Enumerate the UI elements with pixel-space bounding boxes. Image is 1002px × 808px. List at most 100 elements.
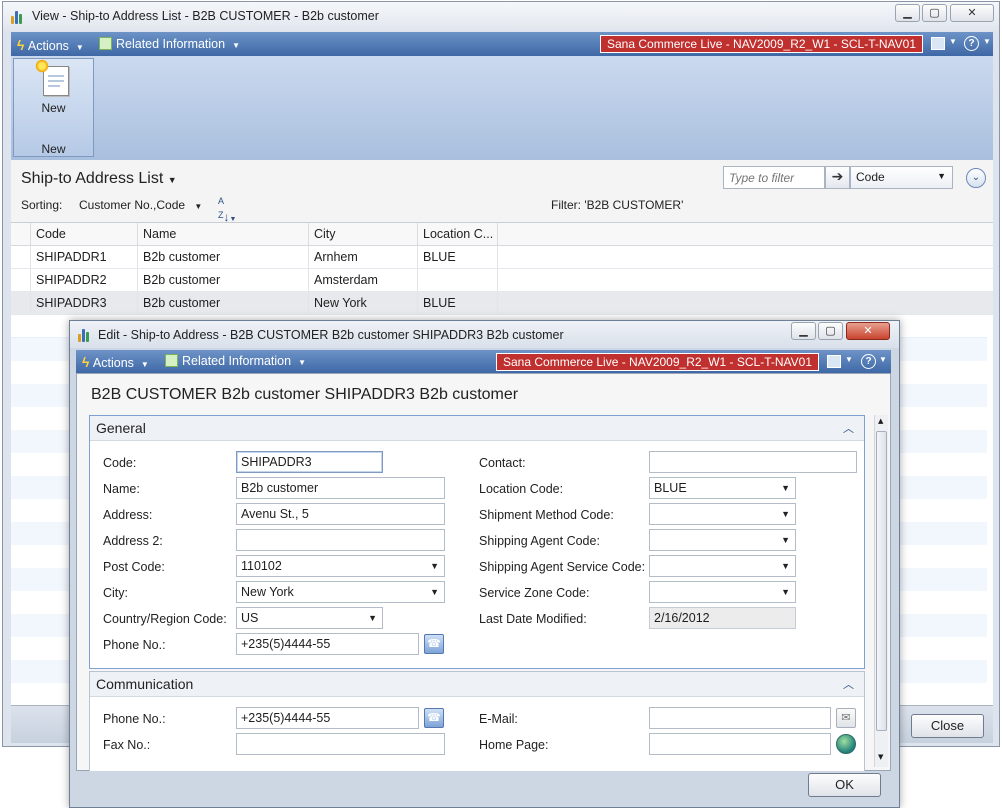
help-icon[interactable]: ?	[964, 36, 979, 51]
app-logo-icon	[10, 9, 26, 25]
cell-location	[418, 269, 498, 291]
cell-location: BLUE	[418, 292, 498, 314]
email-label: E-Mail:	[479, 712, 518, 726]
row-selector[interactable]	[11, 246, 31, 268]
view-icon[interactable]	[827, 355, 841, 368]
list-title[interactable]: Ship-to Address List ▼	[21, 170, 177, 188]
phone-label: Phone No.:	[103, 638, 166, 652]
close-window-button[interactable]: ✕	[950, 4, 994, 22]
location-label: Location Code:	[479, 482, 564, 496]
communication-fasttab: Communication ︿ Phone No.: Fax No.: +235…	[89, 671, 865, 771]
shipment-method-field[interactable]: ▼	[649, 503, 796, 525]
dialog-related-information-menu[interactable]: Related Information ▼	[165, 354, 306, 368]
sort-order-icon[interactable]: A Z↓▼	[218, 196, 236, 224]
filter-field-select[interactable]: Code ▼	[850, 166, 953, 189]
new-button-label: New	[41, 101, 66, 115]
send-email-icon[interactable]: ✉	[836, 708, 856, 728]
maximize-button[interactable]: ▢	[922, 4, 947, 22]
phone-field[interactable]: +235(5)4444-55	[236, 633, 419, 655]
call-phone-button[interactable]: ☎	[424, 708, 444, 728]
name-label: Name:	[103, 482, 140, 496]
cell-location: BLUE	[418, 246, 498, 268]
general-fasttab-header[interactable]: General ︿	[90, 416, 864, 441]
card-scrollbar[interactable]: ▲ ▼	[874, 415, 888, 767]
globe-icon[interactable]	[836, 734, 856, 754]
help-menu-caret[interactable]: ▼	[983, 37, 991, 46]
homepage-field[interactable]	[649, 733, 831, 755]
service-zone-field[interactable]: ▼	[649, 581, 796, 603]
column-header-location[interactable]: Location C...	[418, 223, 498, 246]
view-menu-caret[interactable]: ▼	[845, 355, 853, 364]
row-selector[interactable]	[11, 292, 31, 314]
column-header-name[interactable]: Name	[138, 223, 309, 246]
country-label: Country/Region Code:	[103, 612, 227, 626]
ribbon-group-new: New New	[13, 58, 94, 157]
view-menu-caret[interactable]: ▼	[949, 37, 957, 46]
communication-title: Communication	[96, 676, 194, 692]
cell-city: Arnhem	[309, 246, 418, 268]
cell-city: Amsterdam	[309, 269, 418, 291]
code-field[interactable]: SHIPADDR3	[236, 451, 383, 473]
ribbon: New New	[11, 56, 993, 160]
call-phone-button[interactable]: ☎	[424, 634, 444, 654]
sorting-select[interactable]: Customer No.,Code ▼	[79, 198, 202, 212]
contact-field[interactable]	[649, 451, 857, 473]
expand-filter-pane-button[interactable]: ⌄	[966, 168, 986, 188]
last-modified-label: Last Date Modified:	[479, 612, 587, 626]
communication-fasttab-header[interactable]: Communication ︿	[90, 672, 864, 697]
city-field[interactable]: New York ▼	[236, 581, 445, 603]
help-icon[interactable]: ?	[861, 354, 876, 369]
shipping-agent-label: Shipping Agent Code:	[479, 534, 600, 548]
row-selector[interactable]	[11, 269, 31, 291]
address-label: Address:	[103, 508, 153, 522]
collapse-icon[interactable]: ︿	[843, 676, 854, 692]
list-command-bar: ϟ Actions ▼ Related Information ▼ Sana Com…	[11, 32, 993, 56]
dialog-actions-menu[interactable]: ϟ Actions ▼	[82, 354, 149, 370]
dialog-minimize-button[interactable]: ▁	[791, 322, 816, 340]
shipping-agent-service-field[interactable]: ▼	[649, 555, 796, 577]
lightning-icon: ϟ	[82, 354, 90, 370]
help-menu-caret[interactable]: ▼	[879, 355, 887, 364]
comm-phone-label: Phone No.:	[103, 712, 166, 726]
cell-name: B2b customer	[138, 292, 309, 314]
column-header-code[interactable]: Code	[31, 223, 138, 246]
actions-menu[interactable]: ϟ Actions ▼	[17, 37, 84, 53]
fax-label: Fax No.:	[103, 738, 151, 752]
dialog-close-button[interactable]: ✕	[846, 322, 890, 340]
city-label: City:	[103, 586, 128, 600]
grid-header-selector	[11, 223, 31, 246]
fax-field[interactable]	[236, 733, 445, 755]
email-field[interactable]	[649, 707, 831, 729]
column-header-city[interactable]: City	[309, 223, 418, 246]
grid-header: Code Name City Location C...	[11, 223, 993, 246]
list-window-title: View - Ship-to Address List - B2B CUSTOM…	[32, 9, 379, 23]
code-label: Code:	[103, 456, 137, 470]
address-field[interactable]: Avenu St., 5	[236, 503, 445, 525]
comm-phone-field[interactable]: +235(5)4444-55	[236, 707, 419, 729]
filter-input[interactable]	[723, 166, 825, 189]
minimize-button[interactable]: ▁	[895, 4, 920, 22]
table-row-selected[interactable]: SHIPADDR3 B2b customer New York BLUE	[11, 292, 993, 315]
scrollbar-thumb[interactable]	[876, 431, 887, 731]
shipping-agent-field[interactable]: ▼	[649, 529, 796, 551]
view-icon[interactable]	[931, 37, 945, 50]
location-field[interactable]: BLUE ▼	[649, 477, 796, 499]
cell-code: SHIPADDR3	[31, 292, 138, 314]
dialog-maximize-button[interactable]: ▢	[818, 322, 843, 340]
ok-button[interactable]: OK	[808, 773, 881, 797]
collapse-icon[interactable]: ︿	[843, 420, 854, 436]
close-button[interactable]: Close	[911, 714, 984, 738]
scroll-up-arrow[interactable]: ▲	[878, 417, 883, 425]
actions-label: Actions	[27, 39, 69, 53]
table-row[interactable]: SHIPADDR1 B2b customer Arnhem BLUE	[11, 246, 993, 269]
new-button[interactable]: New	[14, 59, 93, 134]
related-information-menu[interactable]: Related Information ▼	[99, 37, 240, 51]
table-row[interactable]: SHIPADDR2 B2b customer Amsterdam	[11, 269, 993, 292]
address2-field[interactable]	[236, 529, 445, 551]
apply-filter-button[interactable]: ➔	[825, 166, 850, 189]
name-field[interactable]: B2b customer	[236, 477, 445, 499]
country-field[interactable]: US ▼	[236, 607, 383, 629]
list-window-titlebar: View - Ship-to Address List - B2B CUSTOM…	[3, 2, 999, 31]
scroll-down-arrow[interactable]: ▼	[878, 753, 883, 761]
postcode-field[interactable]: 110102 ▼	[236, 555, 445, 577]
